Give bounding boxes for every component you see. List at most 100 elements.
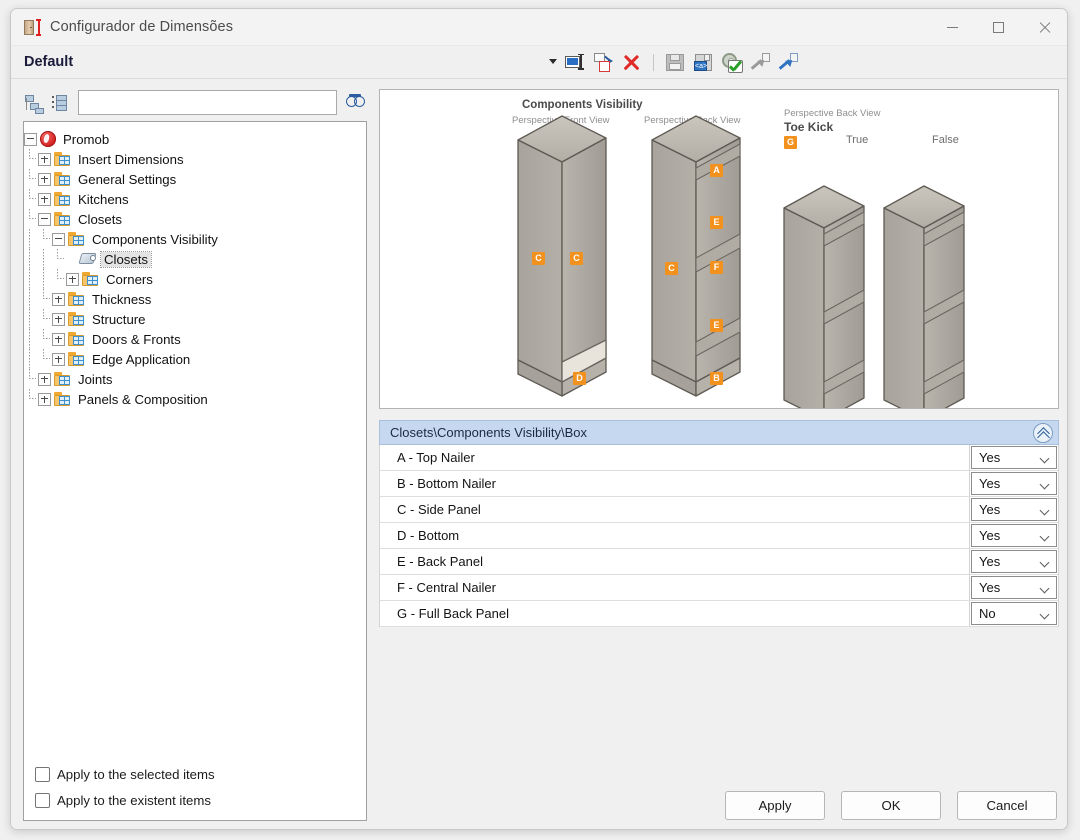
property-value-dropdown[interactable]: Yes bbox=[971, 576, 1057, 599]
tree-indent-guide bbox=[24, 269, 35, 289]
apply-existent-checkbox[interactable] bbox=[35, 793, 50, 808]
configuration-tree[interactable]: Promob Insert Dimensions General SettingsK… bbox=[23, 121, 367, 821]
tree-indent-guide bbox=[24, 149, 35, 169]
export-icon[interactable] bbox=[777, 52, 798, 73]
tree-indent-guide bbox=[24, 169, 35, 189]
tree-node-label: Corners bbox=[103, 272, 156, 287]
property-label: B - Bottom Nailer bbox=[380, 476, 969, 491]
tree-indent-guide bbox=[24, 349, 35, 369]
tree-node-label: Components Visibility bbox=[89, 232, 221, 247]
apply-selected-row[interactable]: Apply to the selected items bbox=[35, 761, 379, 787]
minimize-button[interactable] bbox=[929, 9, 975, 45]
tree-node-insert-dimensions[interactable]: Insert Dimensions bbox=[24, 149, 366, 169]
tree-leaf-spacer bbox=[66, 254, 77, 265]
property-row: G - Full Back PanelNo bbox=[380, 601, 1058, 627]
tree-expand-icon[interactable] bbox=[52, 353, 65, 366]
property-value-dropdown[interactable]: Yes bbox=[971, 550, 1057, 573]
chevron-double-up-icon bbox=[1038, 428, 1048, 438]
property-value-dropdown[interactable]: Yes bbox=[971, 446, 1057, 469]
maximize-button[interactable] bbox=[975, 9, 1021, 45]
dropdown-arrow-button[interactable] bbox=[1034, 533, 1056, 539]
tree-expand-icon[interactable] bbox=[66, 273, 79, 286]
tree-indent-guide bbox=[38, 229, 49, 249]
maximize-icon bbox=[993, 22, 1004, 33]
property-value-dropdown[interactable]: Yes bbox=[971, 472, 1057, 495]
tree-node-components-visibility[interactable]: Components Visibility bbox=[24, 229, 366, 249]
tree-expand-icon[interactable] bbox=[52, 333, 65, 346]
delete-icon[interactable] bbox=[621, 52, 642, 73]
tree-expand-icon[interactable] bbox=[38, 193, 51, 206]
folder-table-icon bbox=[54, 392, 71, 406]
tree-collapse-icon[interactable] bbox=[52, 233, 65, 246]
badge-c-left: C bbox=[532, 252, 545, 265]
apply-selected-checkbox[interactable] bbox=[35, 767, 50, 782]
rename-icon[interactable] bbox=[565, 52, 586, 73]
apply-button[interactable]: Apply bbox=[725, 791, 825, 820]
tree-node-edge-application[interactable]: Edge Application bbox=[24, 349, 366, 369]
tree-expand-icon[interactable] bbox=[38, 153, 51, 166]
tree-node-structure[interactable]: Structure bbox=[24, 309, 366, 329]
tree-node-closets[interactable]: Closets bbox=[24, 209, 366, 229]
property-value-dropdown[interactable]: Yes bbox=[971, 524, 1057, 547]
property-label: A - Top Nailer bbox=[380, 450, 969, 465]
save-icon[interactable] bbox=[665, 52, 686, 73]
duplicate-icon[interactable] bbox=[593, 52, 614, 73]
tree-node-joints[interactable]: Joints bbox=[24, 369, 366, 389]
badge-c-right: C bbox=[570, 252, 583, 265]
save-as-icon[interactable]: <a> bbox=[693, 52, 714, 73]
tree-expand-icon[interactable] bbox=[38, 373, 51, 386]
dropdown-arrow-button[interactable] bbox=[1034, 611, 1056, 617]
tree-collapse-icon[interactable] bbox=[38, 213, 51, 226]
tree-node-panels-composition[interactable]: Panels & Composition bbox=[24, 389, 366, 409]
property-row: F - Central NailerYes bbox=[380, 575, 1058, 601]
tree-expand-icon[interactable] bbox=[38, 173, 51, 186]
property-section-header[interactable]: Closets\Components Visibility\Box bbox=[379, 420, 1059, 445]
property-label: D - Bottom bbox=[380, 528, 969, 543]
tree-indent-guide bbox=[24, 329, 35, 349]
tree-node-label: Insert Dimensions bbox=[75, 152, 187, 167]
property-label: E - Back Panel bbox=[380, 554, 969, 569]
tree-node-corners[interactable]: Corners bbox=[24, 269, 366, 289]
section-collapse-button[interactable] bbox=[1033, 423, 1053, 443]
tree-indent-guide bbox=[38, 329, 49, 349]
property-value-cell: Yes bbox=[969, 497, 1058, 522]
import-icon[interactable] bbox=[749, 52, 770, 73]
badge-a: A bbox=[710, 164, 723, 177]
property-value-text: Yes bbox=[972, 554, 1000, 569]
search-input[interactable] bbox=[79, 91, 336, 114]
tree-node-closets[interactable]: Closets bbox=[24, 249, 366, 269]
dropdown-arrow-button[interactable] bbox=[1034, 455, 1056, 461]
property-value-dropdown[interactable]: No bbox=[971, 602, 1057, 625]
apply-settings-icon[interactable] bbox=[721, 52, 742, 73]
binoculars-find-icon[interactable] bbox=[345, 92, 367, 114]
tree-node-label: Panels & Composition bbox=[75, 392, 211, 407]
dropdown-arrow-button[interactable] bbox=[1034, 559, 1056, 565]
tree-expand-icon[interactable] bbox=[38, 393, 51, 406]
tree-expand-icon[interactable] bbox=[52, 313, 65, 326]
tree-expand-icon[interactable] bbox=[52, 293, 65, 306]
chevron-down-icon[interactable] bbox=[549, 59, 557, 64]
dropdown-arrow-button[interactable] bbox=[1034, 585, 1056, 591]
apply-existent-row[interactable]: Apply to the existent items bbox=[35, 787, 379, 813]
tree-indent-guide bbox=[52, 269, 63, 289]
collapse-all-icon[interactable] bbox=[23, 92, 45, 114]
cancel-button[interactable]: Cancel bbox=[957, 791, 1057, 820]
dropdown-arrow-button[interactable] bbox=[1034, 481, 1056, 487]
tree-node-kitchens[interactable]: Kitchens bbox=[24, 189, 366, 209]
tree-indent-guide bbox=[38, 249, 49, 269]
expand-all-icon[interactable] bbox=[48, 92, 70, 114]
tree-node-thickness[interactable]: Thickness bbox=[24, 289, 366, 309]
tree-node-general-settings[interactable]: General Settings bbox=[24, 169, 366, 189]
folder-table-icon bbox=[82, 272, 99, 286]
property-value-dropdown[interactable]: Yes bbox=[971, 498, 1057, 521]
tree-collapse-icon[interactable] bbox=[24, 133, 37, 146]
toolbar-divider bbox=[653, 54, 654, 71]
ok-button[interactable]: OK bbox=[841, 791, 941, 820]
tree-node-promob[interactable]: Promob bbox=[24, 129, 366, 149]
chevron-down-icon bbox=[1041, 533, 1050, 539]
tree-toolbar bbox=[23, 89, 367, 116]
tree-node-doors-fronts[interactable]: Doors & Fronts bbox=[24, 329, 366, 349]
dropdown-arrow-button[interactable] bbox=[1034, 507, 1056, 513]
tag-icon bbox=[80, 252, 97, 266]
close-button[interactable] bbox=[1021, 9, 1067, 45]
